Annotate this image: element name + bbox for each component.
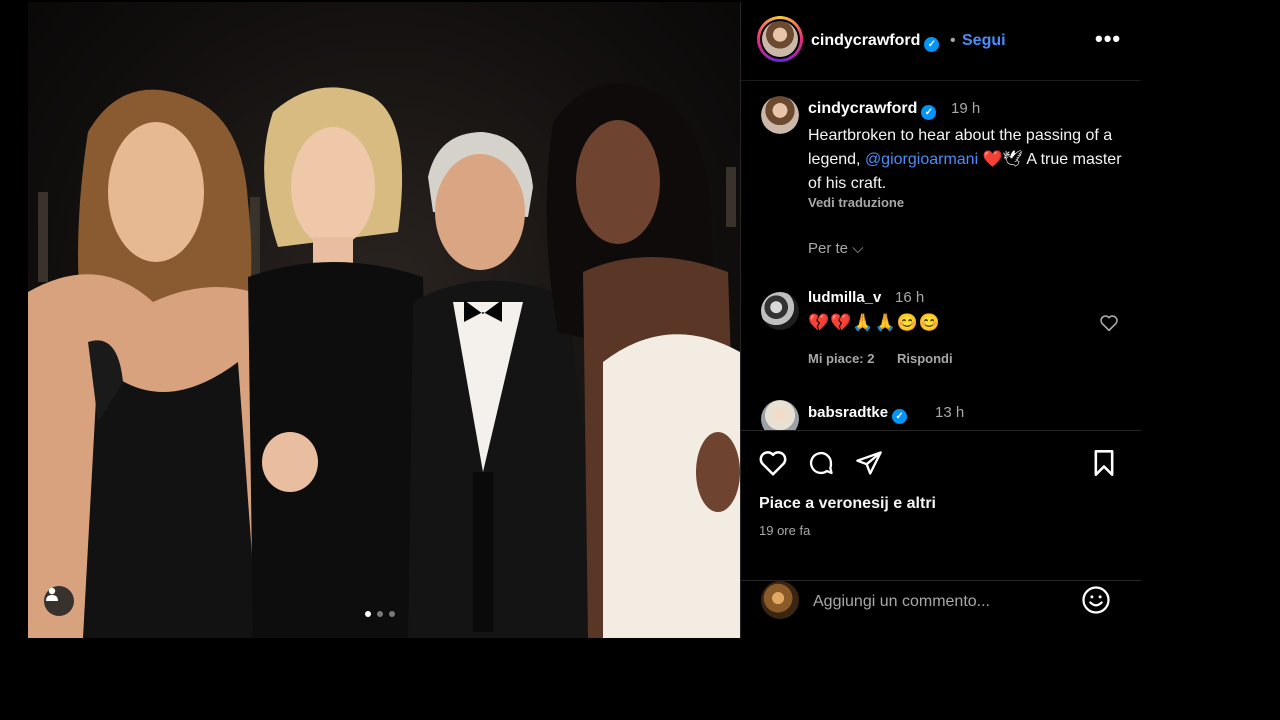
caption-timestamp: 19 h — [951, 100, 981, 117]
carousel-dot[interactable] — [377, 611, 383, 617]
photo-illustration — [28, 83, 740, 638]
comment-timestamp: 16 h — [895, 289, 925, 306]
commenter-avatar[interactable] — [761, 400, 799, 430]
share-send-icon[interactable] — [855, 449, 883, 477]
comment-timestamp: 13 h — [935, 404, 965, 421]
comment-text: 💔💔🙏🙏😊😊 — [808, 313, 942, 332]
comment-bubble-icon[interactable] — [806, 449, 836, 477]
header-separator: • — [950, 32, 956, 49]
figure-2 — [248, 87, 433, 638]
author-username[interactable]: cindycrawford ✓ — [811, 32, 940, 52]
emoji-smile-icon[interactable] — [1081, 585, 1111, 615]
post-time-ago: 19 ore fa — [759, 523, 811, 538]
likes-summary[interactable]: Piace a veronesij e altri — [759, 495, 936, 513]
user-icon — [46, 587, 58, 601]
carousel-indicator — [365, 611, 395, 617]
comment-input[interactable]: Aggiungi un commento... — [813, 593, 990, 611]
commenter-username[interactable]: babsradtke ✓ — [808, 404, 908, 424]
tagged-users-button[interactable] — [44, 586, 74, 616]
carousel-dot[interactable] — [365, 611, 371, 617]
current-user-avatar — [761, 581, 799, 619]
verified-icon: ✓ — [892, 409, 908, 424]
commenter-username[interactable]: ludmilla_v — [808, 289, 881, 306]
comments-section[interactable]: cindycrawford ✓ 19 h Heartbroken to hear … — [741, 80, 1141, 430]
comment-likes-count[interactable]: Mi piace: 2 — [808, 351, 874, 366]
post-header: cindycrawford ✓ • Segui ••• — [741, 2, 1141, 81]
comment-composer: Aggiungi un commento... — [741, 580, 1141, 639]
caption-username[interactable]: cindycrawford ✓ — [808, 100, 937, 120]
see-translation-link[interactable]: Vedi traduzione — [808, 195, 904, 210]
post-photo[interactable] — [28, 2, 740, 638]
reply-button[interactable]: Rispondi — [897, 351, 953, 366]
carousel-dot[interactable] — [389, 611, 395, 617]
bookmark-save-icon[interactable] — [1091, 449, 1117, 477]
mention-link[interactable]: @giorgioarmani — [865, 151, 978, 168]
caption-text: Heartbroken to hear about the passing of… — [808, 127, 1122, 192]
comment-sort-dropdown[interactable]: Per te ⌵ — [808, 240, 864, 257]
caption-avatar[interactable] — [761, 96, 799, 134]
more-options-icon[interactable]: ••• — [1095, 26, 1121, 52]
author-avatar[interactable] — [757, 16, 803, 62]
post-side-panel: cindycrawford ✓ • Segui ••• cindycrawford… — [740, 2, 1141, 638]
like-heart-icon[interactable] — [758, 449, 788, 477]
commenter-avatar[interactable] — [761, 292, 799, 330]
verified-icon: ✓ — [924, 37, 940, 52]
instagram-post: cindycrawford ✓ • Segui ••• cindycrawford… — [28, 2, 1141, 638]
figure-1 — [28, 89, 283, 638]
post-actions: Piace a veronesij e altri 19 ore fa — [741, 430, 1141, 581]
verified-icon: ✓ — [921, 105, 937, 120]
comment-like-heart-icon[interactable] — [1099, 314, 1119, 332]
follow-button[interactable]: Segui — [962, 32, 1006, 50]
